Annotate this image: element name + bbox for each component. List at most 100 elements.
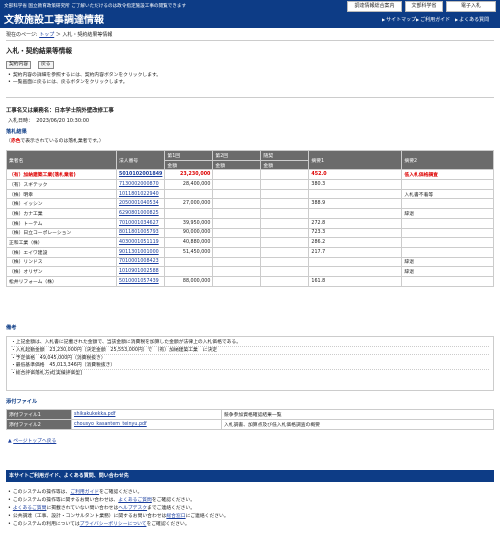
corporate-number-link[interactable]: 1010901002588 — [119, 269, 159, 274]
table-row: （株）エイワ建設 9011301001000 51,450,000 217.7 — [6, 246, 494, 258]
attachment-label: 添付ファイル1 — [6, 409, 72, 420]
remark2 — [401, 275, 494, 287]
footer-link[interactable]: ヘルプデスク — [118, 506, 147, 511]
amount-round1 — [164, 188, 214, 200]
corporate-number-link[interactable]: 7010001034627 — [119, 221, 159, 226]
remark1 — [308, 266, 403, 277]
footer-link[interactable]: プライバシーポリシーについて — [80, 522, 147, 527]
col-header: 業者名 — [6, 149, 117, 171]
nav-guide-label: ご利用ガイド — [420, 17, 451, 23]
remark1 — [308, 188, 403, 200]
attachment-file-cell: chousyo_kasantem_teinyu.pdf — [71, 419, 222, 430]
amount-round1: 28,400,000 — [164, 179, 214, 190]
footer-bar: 本サイトご利用ガイド、よくある質問、問い合わせ先 — [6, 470, 494, 482]
remark2 — [401, 198, 494, 210]
amount-round2 — [212, 179, 262, 190]
amount-round1 — [164, 266, 214, 277]
amount-round1: 90,000,000 — [164, 227, 214, 239]
table-row: （株）イッシン 2050001040534 27,000,000 388.9 — [6, 198, 494, 210]
remark1: 161.8 — [308, 275, 403, 287]
corporate-number-link[interactable]: 1011801022940 — [119, 192, 159, 197]
corporate-number: 1011801022940 — [115, 188, 166, 200]
corporate-number-link[interactable]: 6290801000825 — [119, 211, 159, 216]
denshi-button[interactable]: 電子入札 — [446, 1, 496, 12]
attachment-row: 添付ファイル2 chousyo_kasantem_teinyu.pdf 入札調書… — [6, 419, 494, 430]
remark1: 286.2 — [308, 237, 403, 248]
remark2 — [401, 237, 494, 248]
table-row: （有）スギテック 7130002000870 28,400,000 380.3 — [6, 179, 494, 190]
results-table: 業者名 法人番号 第1回 第2回 随契 摘要1 摘要2 金額 金額 金額 （有）… — [6, 149, 494, 287]
attachment-link[interactable]: chousyo_kasantem_teinyu.pdf — [74, 422, 147, 427]
nav-faq[interactable]: ▶よくある質問 — [455, 16, 489, 23]
footer-link[interactable]: よくあるご質問 — [13, 506, 47, 511]
nav-guide[interactable]: ▶ご利用ガイド — [416, 16, 450, 23]
page-top-link[interactable]: ▲ ページトップへ戻る — [8, 437, 56, 444]
corporate-number-link[interactable]: 8011801005793 — [119, 230, 159, 235]
bid-date-label: 入札日時： — [8, 118, 34, 124]
corporate-number-link[interactable]: 7010001008423 — [119, 259, 159, 264]
table-row: （株）日立コーポレーション 8011801005793 90,000,000 723.… — [6, 227, 494, 239]
shoukai-button[interactable]: 調達情報総合案内 — [347, 1, 402, 12]
results-note: （赤色で表示されているのは落札業者です。） — [6, 137, 104, 144]
remark1: 388.9 — [308, 198, 403, 210]
bidder-name: 正和工業（株） — [6, 237, 117, 248]
footer-line: このシステムの利用についてはプライバシーポリシーについてをご確認ください。 — [8, 520, 190, 527]
arrow-up-icon: ▲ — [8, 439, 12, 444]
remark1: 272.8 — [308, 217, 403, 229]
remark-line: ・入札起動金額 23,230,000円（決定金額 25,553,000円）で （… — [11, 348, 218, 353]
nav-sitemap[interactable]: ▶サイトマップ — [382, 16, 416, 23]
corporate-number-link[interactable]: 2050001040534 — [119, 201, 159, 206]
amount-round2 — [212, 169, 262, 181]
table-row: （株）明幸 1011801022940 入札書不着等 — [6, 188, 494, 200]
corporate-number-link[interactable]: 5010001057439 — [119, 279, 159, 284]
corporate-number: 8011801005793 — [115, 227, 166, 239]
monka-button[interactable]: 文部科学省 — [405, 1, 443, 12]
remark1 — [308, 208, 403, 219]
col-header: 随契 — [260, 150, 310, 161]
remark2 — [401, 227, 494, 239]
attachment-link[interactable]: shikakukekka.pdf — [74, 412, 115, 417]
amount-round1: 27,000,000 — [164, 198, 214, 210]
remarks-box: ・上記金額は、入札書に記載された金額で、当該金額に消費税を加算した金額が法律上の… — [6, 336, 494, 391]
remark1: 723.3 — [308, 227, 403, 239]
table-row: 正和工業（株） 4030001051119 40,880,000 286.2 — [6, 237, 494, 248]
footer-link[interactable]: 総合窓口 — [166, 514, 185, 519]
breadcrumb-separator: ＞ — [55, 32, 61, 38]
remark2: 辞退 — [401, 266, 494, 277]
corporate-number-link[interactable]: 5010102001849 — [119, 172, 162, 177]
remark2: 低入札価格調査 — [401, 169, 494, 181]
corporate-number: 4030001051119 — [115, 237, 166, 248]
corporate-number-link[interactable]: 7130002000870 — [119, 182, 159, 187]
footer-link[interactable]: ご利用ガイド — [70, 490, 99, 495]
col-header: 摘要1 — [308, 149, 403, 171]
back-button[interactable]: 戻る — [38, 61, 54, 69]
bidder-name: （株）オリザン — [6, 266, 117, 277]
instruction-item: 一覧画面に戻るには、戻るボタンをクリックします。 — [8, 78, 128, 85]
page-top-label[interactable]: ページトップへ戻る — [13, 439, 56, 444]
breadcrumb-prefix: 現在のページ: — [6, 32, 38, 38]
amount-zuikei — [260, 198, 310, 210]
footer-line: 公共調達（工事、設計・コンサルタント業務）に関するお問い合わせは総合窓口にご連絡… — [8, 512, 229, 519]
remark-line: ・上記金額は、入札書に記載された金額で、当該金額に消費税を加算した金額が法律上の… — [11, 340, 242, 345]
amount-zuikei — [260, 266, 310, 277]
amount-round1: 40,880,000 — [164, 237, 214, 248]
site-title[interactable]: 文教施設工事調達情報 — [4, 11, 104, 26]
footer-link[interactable]: よくあるご質問 — [118, 498, 152, 503]
site-header: 文部科学省 国立教育政策研究所 ご了解いただけるのは政令指定施設工事の閲覧できま… — [0, 0, 500, 28]
footer-text: このシステムの操作等は、 — [12, 490, 71, 495]
divider — [6, 40, 494, 41]
corporate-number: 6290801000825 — [115, 208, 166, 219]
corporate-number: 5010102001849 — [115, 169, 166, 181]
bidder-name: （株）日立コーポレーション — [6, 227, 117, 239]
breadcrumb-current: 入札・契約結果等情報 — [62, 32, 113, 38]
page-title: 入札・契約結果等情報 — [6, 47, 72, 55]
corporate-number-link[interactable]: 4030001051119 — [119, 240, 159, 245]
remark2: 辞退 — [401, 208, 494, 219]
breadcrumb-top-link[interactable]: トップ — [39, 32, 54, 38]
contract-button[interactable]: 契約内容 — [6, 61, 32, 69]
header-subtitle: 文部科学省 国立教育政策研究所 ご了解いただけるのは政令指定施設工事の閲覧できま… — [4, 4, 187, 9]
corporate-number-link[interactable]: 9011301001000 — [119, 250, 159, 255]
instruction-item: 契約内容の詳細を参照するには、契約内容ボタンをクリックします。 — [8, 71, 161, 78]
amount-round2 — [212, 188, 262, 200]
table-row: （株）オリザン 1010901002588 辞退 — [6, 266, 494, 277]
